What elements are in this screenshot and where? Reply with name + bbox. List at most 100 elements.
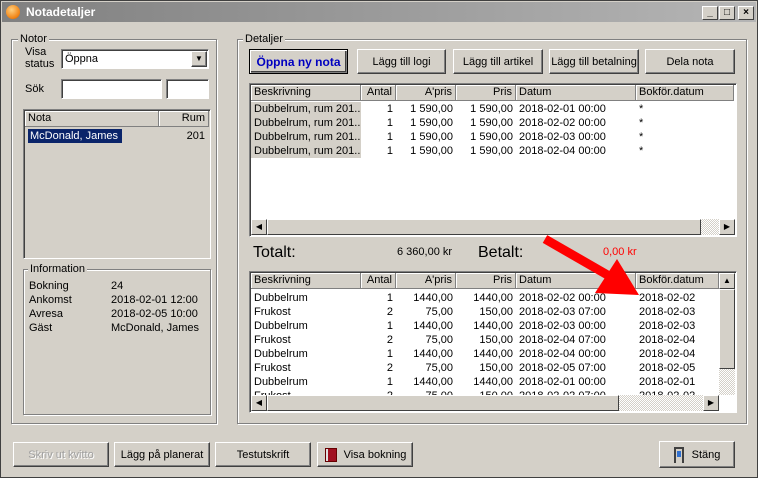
bottom-cell-apris: 75,00 — [425, 306, 453, 318]
bottom-cell-datum: 2018-02-05 07:00 — [519, 362, 606, 374]
bottom-cell-pris: 1440,00 — [473, 320, 513, 332]
bottom-cell-beskrivning: Dubbelrum — [254, 376, 308, 388]
bottom-cell-pris: 150,00 — [479, 306, 513, 318]
maximize-button[interactable]: □ — [719, 6, 735, 20]
top-scroll-left-button[interactable]: ◀ — [251, 219, 267, 235]
chevron-down-icon[interactable]: ▼ — [191, 51, 207, 67]
list-item-nota[interactable]: McDonald, James — [27, 129, 127, 143]
top-header-antal[interactable]: Antal — [361, 85, 396, 101]
table-row[interactable]: Frukost 2 75,00 150,00 2018-02-04 07:00 2018-… — [250, 333, 720, 347]
bottom-cell-pris: 150,00 — [479, 362, 513, 374]
visa-status-label: Visa status — [25, 46, 55, 70]
close-button[interactable]: Stäng — [659, 441, 735, 468]
table-row[interactable]: Dubbelrum 1 1440,00 1440,00 2018-02-04 00:00… — [250, 347, 720, 361]
top-cell-datum: 2018-02-03 00:00 — [519, 131, 606, 143]
top-header-bokford[interactable]: Bokför.datum — [636, 85, 734, 101]
add-artikel-button[interactable]: Lägg till artikel — [453, 49, 543, 74]
table-row[interactable]: Dubbelrum, rum 201... 1 1 590,00 1 590,00 20… — [250, 130, 720, 144]
bottom-cell-bokford: 2018-02-03 — [639, 306, 696, 318]
table-row[interactable]: Dubbelrum, rum 201... 1 1 590,00 1 590,00 20… — [250, 144, 720, 158]
bottom-hscroll-track[interactable] — [267, 395, 703, 411]
red-arrow-icon — [542, 235, 639, 295]
top-cell-antal: 1 — [386, 131, 393, 143]
bottom-grid[interactable]: Beskrivning Antal A'pris Pris Datum Bokför.da… — [249, 271, 737, 413]
door-icon — [674, 447, 684, 463]
status-select[interactable]: Öppna ▼ — [61, 49, 209, 69]
bottom-header-antal[interactable]: Antal — [361, 273, 396, 289]
bottom-cell-antal: 1 — [386, 376, 393, 388]
bottom-cell-apris: 75,00 — [425, 334, 453, 346]
table-row[interactable]: Dubbelrum 1 1440,00 1440,00 2018-02-01 00:00… — [250, 375, 720, 389]
close-label: Stäng — [691, 448, 721, 461]
info-label: Bokning — [29, 280, 69, 292]
bottom-scroll-up-button[interactable]: ▲ — [719, 273, 735, 289]
bottom-header-beskrivning[interactable]: Beskrivning — [251, 273, 361, 289]
bottom-scroll-right-button[interactable]: ▶ — [703, 395, 719, 411]
top-cell-datum: 2018-02-02 00:00 — [519, 117, 606, 129]
test-print-button[interactable]: Testutskrift — [215, 442, 311, 467]
add-planned-button[interactable]: Lägg på planerat — [114, 442, 210, 467]
top-header-datum[interactable]: Datum — [516, 85, 636, 101]
top-cell-datum: 2018-02-04 00:00 — [519, 145, 606, 157]
split-nota-button[interactable]: Dela nota — [645, 49, 735, 74]
info-value: 2018-02-01 12:00 — [111, 294, 198, 306]
list-item-rum[interactable]: 201 — [164, 129, 208, 143]
nota-list[interactable]: Nota Rum McDonald, James 201 — [23, 109, 211, 259]
bottom-cell-apris: 1440,00 — [413, 292, 453, 304]
bottom-cell-antal: 2 — [386, 334, 393, 346]
rum-column-header[interactable]: Rum — [159, 111, 209, 127]
top-grid[interactable]: Beskrivning Antal A'pris Pris Datum Bokför.da… — [249, 83, 737, 237]
bottom-cell-antal: 1 — [386, 320, 393, 332]
top-header-apris[interactable]: A'pris — [396, 85, 456, 101]
search-input[interactable] — [61, 79, 162, 99]
bottom-cell-antal: 2 — [386, 362, 393, 374]
add-betalning-button[interactable]: Lägg till betalning — [549, 49, 639, 74]
bottom-cell-beskrivning: Frukost — [254, 362, 291, 374]
bottom-cell-beskrivning: Frukost — [254, 334, 291, 346]
bottom-cell-beskrivning: Frukost — [254, 306, 291, 318]
nota-column-header[interactable]: Nota — [25, 111, 159, 127]
bottom-cell-pris: 1440,00 — [473, 292, 513, 304]
top-cell-antal: 1 — [386, 145, 393, 157]
table-row[interactable]: Dubbelrum, rum 201... 1 1 590,00 1 590,00 20… — [250, 102, 720, 116]
show-booking-button[interactable]: Visa bokning — [317, 442, 413, 467]
bottom-header-pris[interactable]: Pris — [456, 273, 516, 289]
top-cell-bokford: * — [639, 145, 644, 157]
info-label: Ankomst — [29, 294, 72, 306]
top-scroll-right-button[interactable]: ▶ — [719, 219, 735, 235]
top-cell-pris: 1 590,00 — [470, 117, 513, 129]
bottom-scroll-left-button[interactable]: ◀ — [251, 395, 267, 411]
close-window-button[interactable]: × — [738, 6, 754, 20]
table-row[interactable]: Frukost 2 75,00 150,00 2018-02-05 07:00 2018-… — [250, 361, 720, 375]
top-header-beskrivning[interactable]: Beskrivning — [251, 85, 361, 101]
bottom-cell-apris: 1440,00 — [413, 348, 453, 360]
open-new-nota-button[interactable]: Öppna ny nota — [249, 49, 348, 74]
title-bar[interactable]: Notadetaljer _ □ × — [2, 2, 756, 22]
sok-label: Sök — [25, 83, 44, 95]
bottom-vscroll-track[interactable] — [719, 289, 735, 395]
bottom-cell-antal: 2 — [386, 306, 393, 318]
bottom-header-apris[interactable]: A'pris — [396, 273, 456, 289]
table-row[interactable]: Dubbelrum 1 1440,00 1440,00 2018-02-03 00:00… — [250, 319, 720, 333]
bottom-cell-pris: 1440,00 — [473, 348, 513, 360]
bottom-cell-datum: 2018-02-03 00:00 — [519, 320, 606, 332]
bottom-cell-antal: 1 — [386, 348, 393, 360]
table-row[interactable]: Frukost 2 75,00 150,00 2018-02-03 07:00 2018-… — [250, 305, 720, 319]
top-header-pris[interactable]: Pris — [456, 85, 516, 101]
minimize-button[interactable]: _ — [702, 6, 718, 20]
notadetaljer-window: Notadetaljer _ □ × Notor Visa status Öpp… — [0, 0, 758, 478]
table-row[interactable]: Dubbelrum, rum 201... 1 1 590,00 1 590,00 20… — [250, 116, 720, 130]
top-cell-datum: 2018-02-01 00:00 — [519, 103, 606, 115]
top-scroll-track[interactable] — [267, 219, 719, 235]
bottom-hscroll-thumb[interactable] — [267, 395, 619, 411]
print-receipt-button[interactable]: Skriv ut kvitto — [13, 442, 109, 467]
add-logi-button[interactable]: Lägg till logi — [357, 49, 446, 74]
bottom-vscroll-thumb[interactable] — [719, 289, 735, 369]
top-cell-bokford: * — [639, 103, 644, 115]
room-search-input[interactable] — [166, 79, 209, 99]
show-booking-label: Visa bokning — [343, 448, 407, 461]
info-value: 24 — [111, 280, 124, 292]
window-title: Notadetaljer — [26, 5, 96, 19]
top-cell-pris: 1 590,00 — [470, 131, 513, 143]
bottom-cell-beskrivning: Dubbelrum — [254, 320, 308, 332]
